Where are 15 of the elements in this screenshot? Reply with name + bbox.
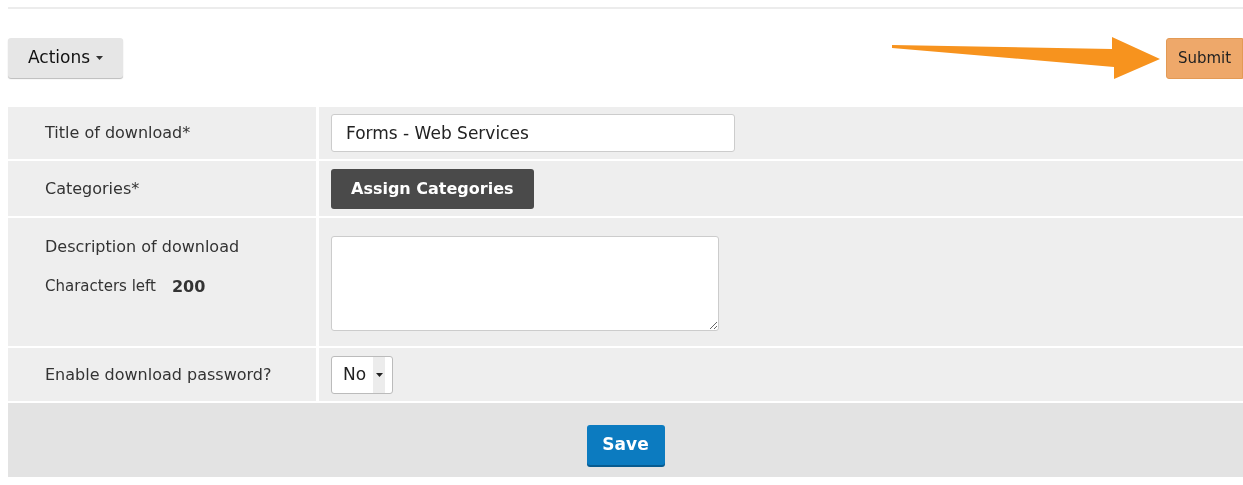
field-label: Enable download password? xyxy=(45,363,273,386)
counter-value: 200 xyxy=(171,276,206,298)
submit-button[interactable]: Submit xyxy=(1166,37,1243,79)
field-label: Description of download xyxy=(45,236,241,258)
counter-label: Characters left xyxy=(45,276,156,297)
actions-dropdown-button[interactable]: Actions xyxy=(8,38,124,78)
save-button[interactable]: Save xyxy=(586,425,665,465)
field-label: Categories* xyxy=(45,177,141,200)
caret-icon xyxy=(96,56,104,60)
field-label: Title of download* xyxy=(45,122,192,144)
password-select[interactable]: No xyxy=(331,355,393,394)
title-input[interactable]: Forms - Web Services xyxy=(331,114,735,152)
assign-categories-button[interactable]: Assign Categories xyxy=(331,168,534,209)
caret-icon xyxy=(375,372,383,377)
description-textarea[interactable] xyxy=(331,236,719,331)
